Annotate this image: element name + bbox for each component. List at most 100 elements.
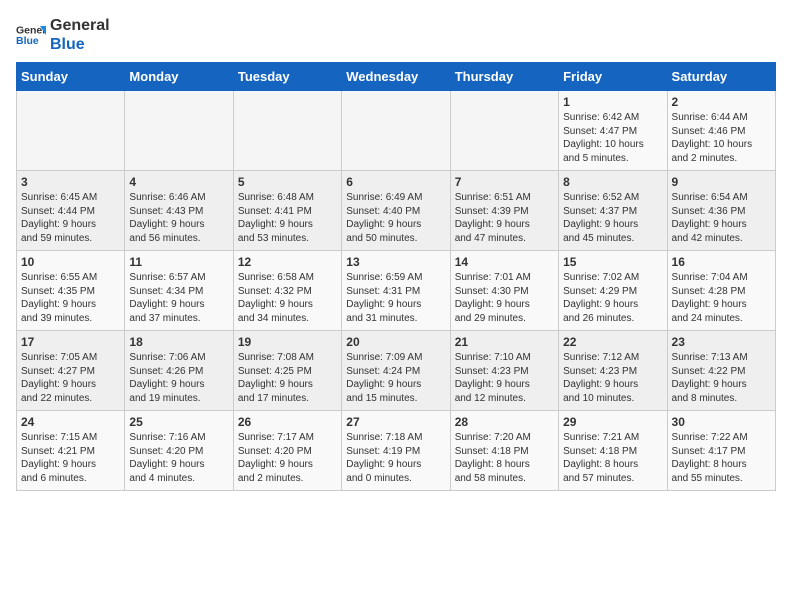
weekday-header-wednesday: Wednesday xyxy=(342,63,450,91)
calendar-cell xyxy=(17,91,125,171)
calendar-cell: 30Sunrise: 7:22 AM Sunset: 4:17 PM Dayli… xyxy=(667,411,775,491)
day-content: Sunrise: 7:22 AM Sunset: 4:17 PM Dayligh… xyxy=(672,431,771,485)
calendar-cell: 15 Sunrise: 7:02 AM Sunset: 4:29 PM Dayli… xyxy=(559,251,667,331)
calendar-cell: 10 Sunrise: 6:55 AM Sunset: 4:35 PM Dayli… xyxy=(17,251,125,331)
calendar-cell: 2Sunrise: 6:44 AM Sunset: 4:46 PM Daylig… xyxy=(667,91,775,171)
day-content: Sunrise: 7:10 AM Sunset: 4:23 PM Dayligh… xyxy=(455,351,554,405)
calendar-cell: 17 Sunrise: 7:05 AM Sunset: 4:27 PM Dayli… xyxy=(17,331,125,411)
day-content: Sunrise: 7:05 AM Sunset: 4:27 PM Dayligh… xyxy=(21,351,120,405)
calendar-table: SundayMondayTuesdayWednesdayThursdayFrid… xyxy=(16,62,776,491)
calendar-cell: 28Sunrise: 7:20 AM Sunset: 4:18 PM Dayli… xyxy=(450,411,558,491)
day-content: Sunrise: 6:48 AM Sunset: 4:41 PM Dayligh… xyxy=(238,191,337,245)
day-content: Sunrise: 7:04 AM Sunset: 4:28 PM Dayligh… xyxy=(672,271,771,325)
logo-icon: General Blue xyxy=(16,20,46,50)
day-number: 19 xyxy=(238,335,337,349)
calendar-cell: 27 Sunrise: 7:18 AM Sunset: 4:19 PM Dayli… xyxy=(342,411,450,491)
calendar-cell: 29 Sunrise: 7:21 AM Sunset: 4:18 PM Dayli… xyxy=(559,411,667,491)
logo: General Blue General Blue xyxy=(16,16,110,54)
day-number: 6 xyxy=(346,175,445,189)
calendar-cell: 14Sunrise: 7:01 AM Sunset: 4:30 PM Dayli… xyxy=(450,251,558,331)
day-number: 1 xyxy=(563,95,662,109)
svg-text:Blue: Blue xyxy=(16,35,39,47)
calendar-cell xyxy=(233,91,341,171)
day-number: 3 xyxy=(21,175,120,189)
day-content: Sunrise: 7:17 AM Sunset: 4:20 PM Dayligh… xyxy=(238,431,337,485)
calendar-cell: 4 Sunrise: 6:46 AM Sunset: 4:43 PM Daylig… xyxy=(125,171,233,251)
day-number: 2 xyxy=(672,95,771,109)
day-number: 18 xyxy=(129,335,228,349)
logo-blue: Blue xyxy=(50,35,110,54)
day-content: Sunrise: 6:55 AM Sunset: 4:35 PM Dayligh… xyxy=(21,271,120,325)
calendar-cell: 3 Sunrise: 6:45 AM Sunset: 4:44 PM Daylig… xyxy=(17,171,125,251)
day-number: 8 xyxy=(563,175,662,189)
day-number: 5 xyxy=(238,175,337,189)
day-number: 21 xyxy=(455,335,554,349)
day-number: 16 xyxy=(672,255,771,269)
calendar-week-row: 3 Sunrise: 6:45 AM Sunset: 4:44 PM Daylig… xyxy=(17,171,776,251)
weekday-header-friday: Friday xyxy=(559,63,667,91)
day-number: 14 xyxy=(455,255,554,269)
calendar-cell: 25 Sunrise: 7:16 AM Sunset: 4:20 PM Dayli… xyxy=(125,411,233,491)
calendar-cell xyxy=(125,91,233,171)
calendar-cell: 6 Sunrise: 6:49 AM Sunset: 4:40 PM Daylig… xyxy=(342,171,450,251)
day-content: Sunrise: 6:51 AM Sunset: 4:39 PM Dayligh… xyxy=(455,191,554,245)
day-content: Sunrise: 6:58 AM Sunset: 4:32 PM Dayligh… xyxy=(238,271,337,325)
day-number: 4 xyxy=(129,175,228,189)
day-content: Sunrise: 6:52 AM Sunset: 4:37 PM Dayligh… xyxy=(563,191,662,245)
day-content: Sunrise: 7:02 AM Sunset: 4:29 PM Dayligh… xyxy=(563,271,662,325)
day-content: Sunrise: 6:49 AM Sunset: 4:40 PM Dayligh… xyxy=(346,191,445,245)
day-content: Sunrise: 6:57 AM Sunset: 4:34 PM Dayligh… xyxy=(129,271,228,325)
calendar-cell: 11 Sunrise: 6:57 AM Sunset: 4:34 PM Dayli… xyxy=(125,251,233,331)
weekday-header-sunday: Sunday xyxy=(17,63,125,91)
day-content: Sunrise: 7:18 AM Sunset: 4:19 PM Dayligh… xyxy=(346,431,445,485)
day-number: 17 xyxy=(21,335,120,349)
day-number: 10 xyxy=(21,255,120,269)
day-number: 28 xyxy=(455,415,554,429)
page-header: General Blue General Blue xyxy=(16,16,776,54)
calendar-cell: 24 Sunrise: 7:15 AM Sunset: 4:21 PM Dayli… xyxy=(17,411,125,491)
calendar-cell: 26 Sunrise: 7:17 AM Sunset: 4:20 PM Dayli… xyxy=(233,411,341,491)
calendar-cell: 23Sunrise: 7:13 AM Sunset: 4:22 PM Dayli… xyxy=(667,331,775,411)
day-content: Sunrise: 7:21 AM Sunset: 4:18 PM Dayligh… xyxy=(563,431,662,485)
calendar-cell: 9 Sunrise: 6:54 AM Sunset: 4:36 PM Daylig… xyxy=(667,171,775,251)
weekday-header-saturday: Saturday xyxy=(667,63,775,91)
day-content: Sunrise: 6:54 AM Sunset: 4:36 PM Dayligh… xyxy=(672,191,771,245)
day-number: 25 xyxy=(129,415,228,429)
day-number: 27 xyxy=(346,415,445,429)
day-content: Sunrise: 6:59 AM Sunset: 4:31 PM Dayligh… xyxy=(346,271,445,325)
day-number: 13 xyxy=(346,255,445,269)
calendar-body: 1 Sunrise: 6:42 AM Sunset: 4:47 PM Daylig… xyxy=(17,91,776,491)
weekday-header-thursday: Thursday xyxy=(450,63,558,91)
calendar-cell: 5 Sunrise: 6:48 AM Sunset: 4:41 PM Daylig… xyxy=(233,171,341,251)
calendar-week-row: 1 Sunrise: 6:42 AM Sunset: 4:47 PM Daylig… xyxy=(17,91,776,171)
day-number: 7 xyxy=(455,175,554,189)
day-number: 11 xyxy=(129,255,228,269)
calendar-cell: 16 Sunrise: 7:04 AM Sunset: 4:28 PM Dayli… xyxy=(667,251,775,331)
calendar-cell: 13 Sunrise: 6:59 AM Sunset: 4:31 PM Dayli… xyxy=(342,251,450,331)
day-number: 9 xyxy=(672,175,771,189)
day-number: 29 xyxy=(563,415,662,429)
day-number: 23 xyxy=(672,335,771,349)
calendar-cell xyxy=(342,91,450,171)
day-number: 12 xyxy=(238,255,337,269)
day-content: Sunrise: 6:46 AM Sunset: 4:43 PM Dayligh… xyxy=(129,191,228,245)
calendar-cell: 22Sunrise: 7:12 AM Sunset: 4:23 PM Dayli… xyxy=(559,331,667,411)
calendar-cell: 1 Sunrise: 6:42 AM Sunset: 4:47 PM Daylig… xyxy=(559,91,667,171)
day-content: Sunrise: 6:45 AM Sunset: 4:44 PM Dayligh… xyxy=(21,191,120,245)
calendar-header: SundayMondayTuesdayWednesdayThursdayFrid… xyxy=(17,63,776,91)
calendar-cell: 18 Sunrise: 7:06 AM Sunset: 4:26 PM Dayli… xyxy=(125,331,233,411)
calendar-cell: 8 Sunrise: 6:52 AM Sunset: 4:37 PM Daylig… xyxy=(559,171,667,251)
day-content: Sunrise: 6:42 AM Sunset: 4:47 PM Dayligh… xyxy=(563,111,662,165)
weekday-header-monday: Monday xyxy=(125,63,233,91)
day-content: Sunrise: 7:06 AM Sunset: 4:26 PM Dayligh… xyxy=(129,351,228,405)
day-number: 15 xyxy=(563,255,662,269)
day-number: 20 xyxy=(346,335,445,349)
day-number: 26 xyxy=(238,415,337,429)
day-content: Sunrise: 7:16 AM Sunset: 4:20 PM Dayligh… xyxy=(129,431,228,485)
day-number: 24 xyxy=(21,415,120,429)
calendar-cell: 7 Sunrise: 6:51 AM Sunset: 4:39 PM Daylig… xyxy=(450,171,558,251)
day-content: Sunrise: 7:09 AM Sunset: 4:24 PM Dayligh… xyxy=(346,351,445,405)
day-content: Sunrise: 7:15 AM Sunset: 4:21 PM Dayligh… xyxy=(21,431,120,485)
calendar-week-row: 24 Sunrise: 7:15 AM Sunset: 4:21 PM Dayli… xyxy=(17,411,776,491)
weekday-header-tuesday: Tuesday xyxy=(233,63,341,91)
